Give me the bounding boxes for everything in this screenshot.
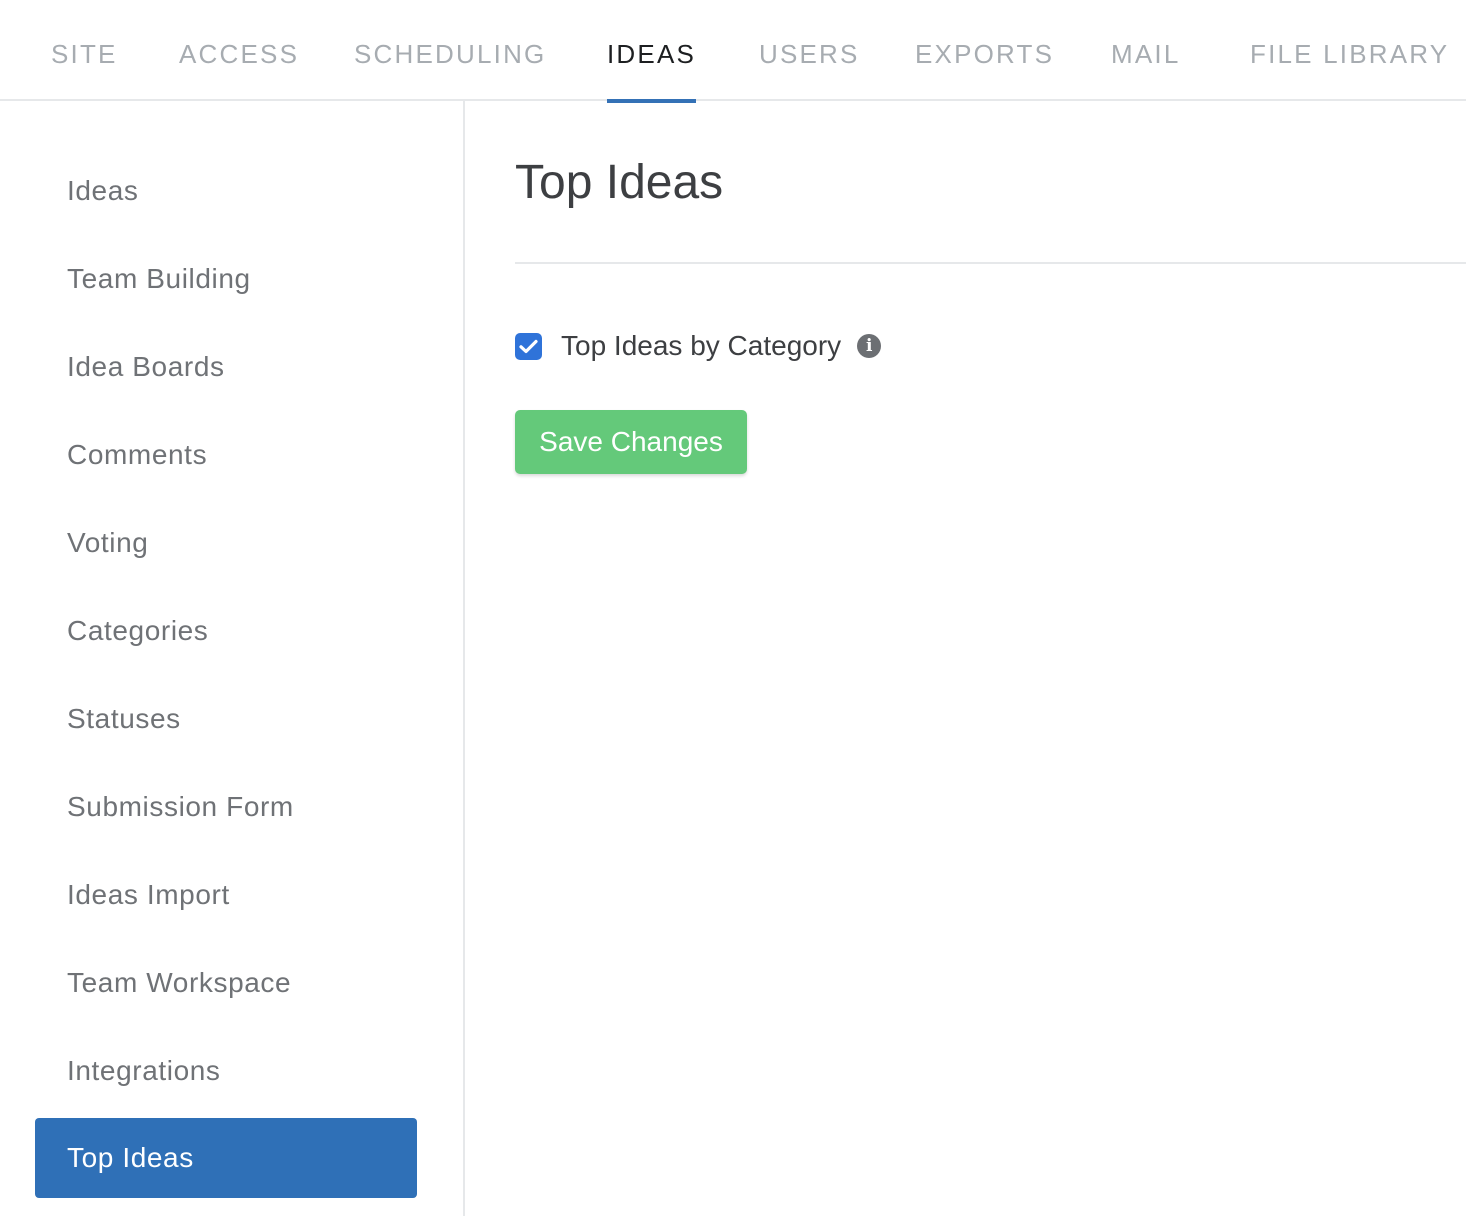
- tab-users[interactable]: USERS: [759, 0, 860, 101]
- info-circle-icon[interactable]: i: [857, 334, 882, 358]
- sidebar-item-integrations[interactable]: Integrations: [35, 1031, 417, 1111]
- title-divider: [515, 262, 1466, 264]
- tab-exports[interactable]: EXPORTS: [915, 0, 1054, 101]
- sidebar-item-comments[interactable]: Comments: [35, 415, 417, 495]
- sidebar-item-ideas[interactable]: Ideas: [35, 151, 417, 231]
- sidebar-item-categories[interactable]: Categories: [35, 591, 417, 671]
- tab-ideas[interactable]: IDEAS: [607, 0, 697, 103]
- sidebar-item-submission-form[interactable]: Submission Form: [35, 767, 417, 847]
- top-ideas-by-category-checkbox[interactable]: [515, 332, 542, 360]
- tab-file-library[interactable]: FILE LIBRARY: [1250, 0, 1449, 101]
- tab-access[interactable]: ACCESS: [179, 0, 299, 101]
- top-ideas-by-category-option: Top Ideas by Category i: [515, 325, 882, 367]
- checkmark-icon: [519, 339, 538, 353]
- sidebar: Ideas Team Building Idea Boards Comments…: [0, 101, 465, 1216]
- page-title: Top Ideas: [515, 156, 724, 209]
- tab-site[interactable]: SITE: [51, 0, 118, 101]
- sidebar-item-statuses[interactable]: Statuses: [35, 679, 417, 759]
- tab-mail[interactable]: MAIL: [1111, 0, 1180, 101]
- sidebar-item-team-building[interactable]: Team Building: [35, 239, 417, 319]
- sidebar-item-top-ideas[interactable]: Top Ideas: [35, 1118, 417, 1198]
- save-changes-button[interactable]: Save Changes: [515, 410, 747, 474]
- sidebar-item-ideas-import[interactable]: Ideas Import: [35, 855, 417, 935]
- sidebar-item-team-workspace[interactable]: Team Workspace: [35, 943, 417, 1023]
- sidebar-item-idea-boards[interactable]: Idea Boards: [35, 327, 417, 407]
- sidebar-item-voting[interactable]: Voting: [35, 503, 417, 583]
- top-ideas-by-category-label: Top Ideas by Category: [561, 330, 842, 361]
- top-tab-bar: SITE ACCESS SCHEDULING IDEAS USERS EXPOR…: [0, 0, 1466, 103]
- tab-scheduling[interactable]: SCHEDULING: [354, 0, 546, 101]
